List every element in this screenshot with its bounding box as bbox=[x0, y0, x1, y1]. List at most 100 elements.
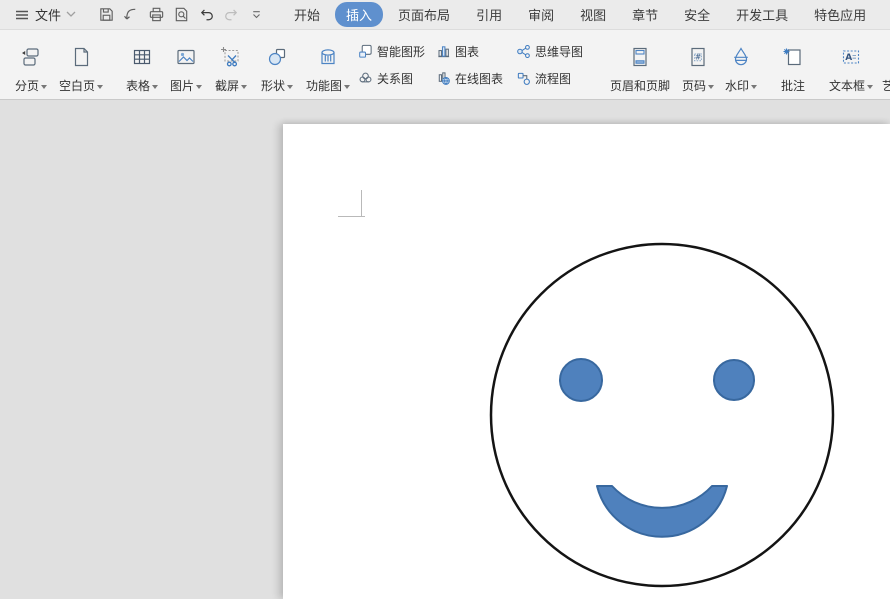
undo-icon bbox=[198, 6, 215, 23]
tab-review[interactable]: 审阅 bbox=[517, 2, 565, 27]
ribbon-item-text-box[interactable]: A 文本框 bbox=[824, 30, 878, 99]
dropdown-caret bbox=[287, 85, 293, 89]
flowchart-icon bbox=[516, 71, 531, 86]
blank-page-icon bbox=[70, 46, 92, 68]
ribbon-item-shapes[interactable]: 形状 bbox=[254, 30, 300, 99]
dropdown-caret bbox=[344, 85, 350, 89]
picture-icon bbox=[175, 46, 197, 68]
page-break-icon bbox=[20, 46, 42, 68]
ribbon-item-watermark[interactable]: 水印 bbox=[720, 30, 762, 99]
ribbon-stacked-group: 智能图形 关系图 bbox=[358, 30, 590, 99]
text-box-icon: A bbox=[840, 46, 862, 68]
ribbon-item-label: 分页 bbox=[15, 79, 39, 93]
svg-text:A: A bbox=[845, 53, 852, 63]
export-icon bbox=[123, 6, 140, 23]
header-footer-icon bbox=[629, 46, 651, 68]
ribbon-item-label: 文本框 bbox=[829, 79, 865, 93]
tab-references[interactable]: 引用 bbox=[465, 2, 513, 27]
tab-insert[interactable]: 插入 bbox=[335, 2, 383, 27]
ribbon-item-label: 关系图 bbox=[377, 70, 413, 87]
ribbon-item-label: 图表 bbox=[455, 43, 479, 60]
ribbon-item-screenshot[interactable]: 截屏 bbox=[208, 30, 254, 99]
ribbon-item-mind-map[interactable]: 思维导图 bbox=[516, 43, 590, 60]
ribbon-item-label: 页眉和页脚 bbox=[610, 79, 670, 93]
ribbon-item-relationship-diagram[interactable]: 关系图 bbox=[358, 70, 436, 87]
smiley-right-eye[interactable] bbox=[714, 360, 754, 400]
ribbon-item-label: 思维导图 bbox=[535, 43, 583, 60]
file-menu-button[interactable]: 文件 bbox=[14, 5, 76, 24]
tab-special-apps[interactable]: 特色应用 bbox=[803, 2, 877, 27]
smiley-left-eye[interactable] bbox=[560, 359, 602, 401]
document-workspace bbox=[0, 100, 890, 599]
dropdown-caret bbox=[751, 85, 757, 89]
page-number-icon: # bbox=[687, 46, 709, 68]
ribbon-item-label: 图片 bbox=[170, 79, 194, 93]
ribbon-item-smart-art[interactable]: 智能图形 bbox=[358, 43, 436, 60]
print-icon bbox=[148, 6, 165, 23]
ribbon-item-chart[interactable]: 图表 bbox=[436, 43, 516, 60]
ribbon-item-label: 批注 bbox=[781, 79, 805, 93]
menu-tab-bar: 文件 bbox=[0, 0, 890, 30]
dropdown-caret bbox=[196, 85, 202, 89]
ribbon-item-label: 在线图表 bbox=[455, 70, 503, 87]
ribbon-item-label: 水印 bbox=[725, 79, 749, 93]
ribbon-item-comment[interactable]: 批注 bbox=[774, 30, 812, 99]
chart-icon bbox=[436, 44, 451, 59]
ribbon-item-page-break[interactable]: 分页 bbox=[8, 30, 54, 99]
smiley-face-drawing[interactable] bbox=[283, 124, 890, 599]
ribbon-item-table[interactable]: 表格 bbox=[120, 30, 164, 99]
tab-document-assistant[interactable]: 文档助手 bbox=[881, 2, 890, 27]
undo-button[interactable] bbox=[194, 3, 219, 27]
tab-page-layout[interactable]: 页面布局 bbox=[387, 2, 461, 27]
ribbon-insert: 分页 空白页 表格 bbox=[0, 30, 890, 100]
tab-home[interactable]: 开始 bbox=[283, 2, 331, 27]
save-button[interactable] bbox=[94, 3, 119, 27]
ribbon-item-online-chart[interactable]: 在线图表 bbox=[436, 70, 516, 87]
tab-developer-tools[interactable]: 开发工具 bbox=[725, 2, 799, 27]
print-button[interactable] bbox=[144, 3, 169, 27]
wps-writer-window: 文件 bbox=[0, 0, 890, 599]
ribbon-item-header-footer[interactable]: 页眉和页脚 bbox=[604, 30, 676, 99]
hamburger-menu-icon bbox=[14, 7, 30, 23]
function-diagram-icon bbox=[317, 46, 339, 68]
ribbon-item-page-number[interactable]: # 页码 bbox=[676, 30, 720, 99]
redo-icon bbox=[223, 6, 240, 23]
toolbar-options-button[interactable] bbox=[244, 3, 269, 27]
ribbon-item-label: 页码 bbox=[682, 79, 706, 93]
online-chart-icon bbox=[436, 71, 451, 86]
ribbon-item-flowchart[interactable]: 流程图 bbox=[516, 70, 590, 87]
tab-view[interactable]: 视图 bbox=[569, 2, 617, 27]
tab-security[interactable]: 安全 bbox=[673, 2, 721, 27]
shapes-icon bbox=[266, 46, 288, 68]
dropdown-caret bbox=[152, 85, 158, 89]
watermark-icon bbox=[730, 46, 752, 68]
quick-access-toolbar bbox=[94, 3, 269, 27]
ribbon-tabs: 开始 插入 页面布局 引用 审阅 视图 章节 安全 开发工具 特色应用 文档助手 bbox=[281, 2, 890, 27]
document-page[interactable] bbox=[283, 124, 890, 599]
ribbon-item-label: 形状 bbox=[261, 79, 285, 93]
ribbon-item-label: 流程图 bbox=[535, 70, 571, 87]
print-preview-icon bbox=[173, 6, 190, 23]
smart-art-icon bbox=[358, 44, 373, 59]
toolbar-options-icon bbox=[249, 7, 264, 22]
export-button[interactable] bbox=[119, 3, 144, 27]
mind-map-icon bbox=[516, 44, 531, 59]
ribbon-item-label: 表格 bbox=[126, 79, 150, 93]
ribbon-item-label: 艺术字 bbox=[882, 79, 890, 93]
ribbon-item-blank-page[interactable]: 空白页 bbox=[54, 30, 108, 99]
ribbon-item-word-art[interactable]: A 艺术字 bbox=[878, 30, 890, 99]
table-icon bbox=[131, 46, 153, 68]
ribbon-item-picture[interactable]: 图片 bbox=[164, 30, 208, 99]
tab-section[interactable]: 章节 bbox=[621, 2, 669, 27]
ribbon-item-label: 截屏 bbox=[215, 79, 239, 93]
dropdown-caret bbox=[241, 85, 247, 89]
redo-button[interactable] bbox=[219, 3, 244, 27]
chevron-down-icon bbox=[66, 11, 76, 18]
relationship-diagram-icon bbox=[358, 71, 373, 86]
dropdown-caret bbox=[97, 85, 103, 89]
print-preview-button[interactable] bbox=[169, 3, 194, 27]
ribbon-item-label: 智能图形 bbox=[377, 43, 425, 60]
dropdown-caret bbox=[708, 85, 714, 89]
ribbon-item-function-diagram[interactable]: 功能图 bbox=[300, 30, 356, 99]
screenshot-icon bbox=[220, 46, 242, 68]
